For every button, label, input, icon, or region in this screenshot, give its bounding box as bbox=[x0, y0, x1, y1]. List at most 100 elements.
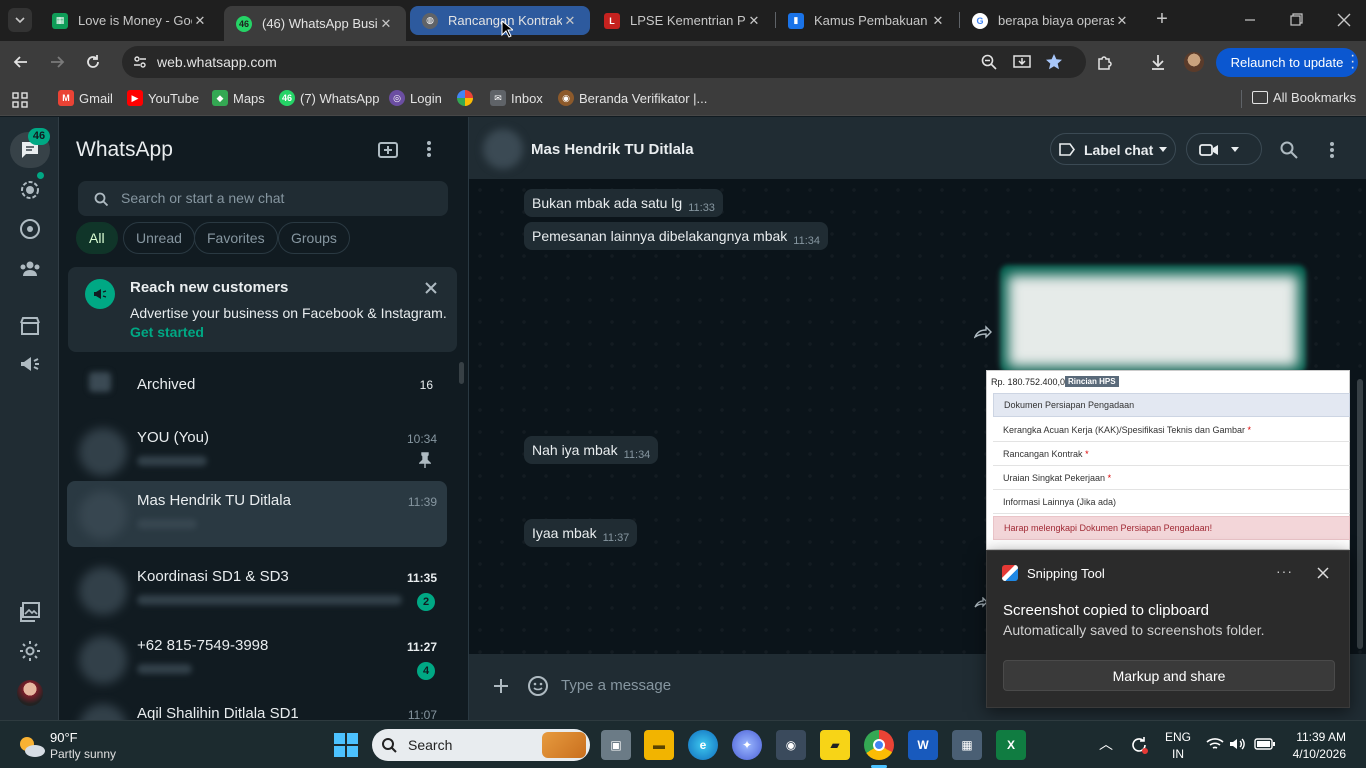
message-bubble[interactable]: Iyaa mbak 11:37 bbox=[524, 519, 638, 547]
all-bookmarks[interactable]: All Bookmarks bbox=[1252, 90, 1356, 105]
communities-icon[interactable] bbox=[18, 256, 42, 280]
new-chat-icon[interactable] bbox=[377, 140, 399, 160]
settings-gear-icon[interactable] bbox=[18, 639, 42, 663]
back-icon[interactable] bbox=[12, 53, 30, 71]
address-bar[interactable]: web.whatsapp.com bbox=[122, 46, 1086, 78]
more-options-icon[interactable]: ··· bbox=[1276, 563, 1293, 579]
zoom-icon[interactable] bbox=[981, 54, 997, 70]
filter-unread[interactable]: Unread bbox=[123, 222, 195, 254]
scrollbar[interactable] bbox=[459, 362, 464, 384]
bookmark-photos[interactable] bbox=[457, 90, 478, 106]
close-icon[interactable]: ✕ bbox=[930, 13, 946, 29]
scrollbar[interactable] bbox=[1357, 379, 1363, 649]
catalog-store-icon[interactable] bbox=[18, 314, 42, 338]
battery-icon[interactable] bbox=[1254, 737, 1276, 751]
message-bubble[interactable]: Pemesanan lainnya dibelakangnya mbak 11:3… bbox=[524, 222, 828, 250]
promo-cta-link[interactable]: Get started bbox=[130, 324, 204, 340]
chat-row-selected[interactable]: Mas Hendrik TU Ditlala 11:39 bbox=[67, 481, 447, 547]
close-icon[interactable]: ✕ bbox=[378, 16, 394, 32]
tab-lpse[interactable]: L LPSE Kementrian Per ✕ bbox=[592, 6, 774, 35]
bookmark-login[interactable]: ◎ Login bbox=[389, 90, 442, 106]
camera-icon[interactable]: ◉ bbox=[776, 730, 806, 760]
extensions-icon[interactable] bbox=[1096, 53, 1114, 71]
bookmark-star-icon[interactable] bbox=[1045, 53, 1063, 71]
relaunch-button[interactable]: Relaunch to update bbox=[1216, 48, 1358, 77]
message-input[interactable]: Type a message bbox=[561, 677, 671, 694]
forward-icon[interactable] bbox=[974, 325, 992, 339]
chat-row[interactable]: Aqil Shalihin Ditlala SD1 11:07 bbox=[67, 694, 447, 720]
apps-grid-icon[interactable] bbox=[12, 92, 28, 108]
image-message-bubble[interactable] bbox=[1000, 265, 1306, 373]
edge-icon[interactable]: e bbox=[688, 730, 718, 760]
call-button[interactable] bbox=[1186, 133, 1262, 165]
tab-rancangan[interactable]: ◍ Rancangan Kontrak P ✕ bbox=[410, 6, 590, 35]
contact-name[interactable]: Mas Hendrik TU Ditlala bbox=[531, 141, 694, 158]
sync-icon[interactable] bbox=[1129, 735, 1149, 755]
filter-favorites[interactable]: Favorites bbox=[194, 222, 278, 254]
tab-sheets[interactable]: ▦ Love is Money - Goog ✕ bbox=[40, 6, 220, 35]
profile-avatar[interactable] bbox=[17, 680, 43, 706]
bookmark-inbox[interactable]: ✉ Inbox bbox=[490, 90, 543, 106]
contact-avatar[interactable] bbox=[483, 129, 523, 169]
search-input[interactable]: Search or start a new chat bbox=[78, 181, 448, 216]
minimize-button[interactable] bbox=[1232, 8, 1268, 32]
word-icon[interactable]: W bbox=[908, 730, 938, 760]
close-icon[interactable]: ✕ bbox=[562, 13, 578, 29]
file-explorer-icon[interactable]: ▬ bbox=[644, 730, 674, 760]
status-icon[interactable] bbox=[18, 178, 42, 202]
chevron-up-icon[interactable]: ︿ bbox=[1099, 734, 1113, 754]
attach-plus-icon[interactable] bbox=[493, 678, 509, 694]
close-icon[interactable]: ✕ bbox=[746, 13, 762, 29]
taskbar-search[interactable]: Search bbox=[372, 729, 590, 761]
close-icon[interactable] bbox=[1317, 567, 1329, 579]
tab-google[interactable]: G berapa biaya operasi ✕ bbox=[960, 6, 1142, 35]
close-icon[interactable] bbox=[424, 281, 438, 295]
new-tab-button[interactable]: + bbox=[1150, 8, 1174, 32]
reload-icon[interactable] bbox=[84, 53, 102, 71]
message-bubble[interactable]: Nah iya mbak 11:34 bbox=[524, 436, 659, 464]
downloads-icon[interactable] bbox=[1149, 53, 1167, 71]
bookmark-gmail[interactable]: M Gmail bbox=[58, 90, 113, 106]
wifi-icon[interactable] bbox=[1206, 737, 1224, 751]
bookmark-whatsapp[interactable]: 46 (7) WhatsApp bbox=[279, 90, 379, 106]
hps-row[interactable]: Kerangka Acuan Kerja (KAK)/Spesifikasi T… bbox=[993, 418, 1350, 442]
calculator-icon[interactable]: ▦ bbox=[952, 730, 982, 760]
language-primary[interactable]: ENG bbox=[1165, 730, 1191, 744]
forward-icon[interactable] bbox=[48, 53, 66, 71]
media-gallery-icon[interactable] bbox=[18, 600, 42, 624]
search-icon[interactable] bbox=[1280, 141, 1298, 159]
clock-date[interactable]: 4/10/2026 bbox=[1290, 747, 1346, 761]
clock-time[interactable]: 11:39 AM bbox=[1296, 730, 1346, 744]
channels-icon[interactable] bbox=[18, 217, 42, 241]
hps-row[interactable]: Informasi Lainnya (Jika ada) bbox=[993, 490, 1350, 514]
language-secondary[interactable]: IN bbox=[1172, 747, 1184, 761]
tab-whatsapp[interactable]: 46 (46) WhatsApp Busine ✕ bbox=[224, 6, 406, 41]
close-icon[interactable]: ✕ bbox=[1114, 13, 1130, 29]
chat-row[interactable]: +62 815-7549-3998 11:27 4 bbox=[67, 626, 447, 692]
markup-and-share-button[interactable]: Markup and share bbox=[1003, 660, 1335, 691]
hps-row[interactable]: Uraian Singkat Pekerjaan * bbox=[993, 466, 1350, 490]
task-view-icon[interactable]: ▣ bbox=[601, 730, 631, 760]
weather-widget[interactable]: 90°F Partly sunny bbox=[10, 725, 150, 765]
restore-button[interactable] bbox=[1278, 8, 1314, 32]
bookmark-maps[interactable]: ◆ Maps bbox=[212, 90, 265, 106]
chat-row[interactable]: YOU (You) 10:34 bbox=[67, 418, 447, 484]
menu-dots-icon[interactable] bbox=[426, 139, 432, 159]
message-bubble[interactable]: Bukan mbak ada satu lg 11:33 bbox=[524, 189, 723, 217]
site-info-icon[interactable] bbox=[132, 54, 148, 70]
install-app-icon[interactable] bbox=[1013, 54, 1031, 70]
menu-dots-icon[interactable]: · · · bbox=[1350, 48, 1355, 76]
label-chat-button[interactable]: Label chat bbox=[1050, 133, 1176, 165]
sticky-notes-icon[interactable]: ▰ bbox=[820, 730, 850, 760]
chat-row[interactable]: Koordinasi SD1 & SD3 11:35 2 bbox=[67, 557, 447, 623]
close-window-button[interactable] bbox=[1326, 8, 1362, 32]
copilot-icon[interactable]: ✦ bbox=[732, 730, 762, 760]
sticker-emoji-icon[interactable] bbox=[527, 675, 549, 697]
excel-icon[interactable]: X bbox=[996, 730, 1026, 760]
archived-row[interactable]: Archived 16 bbox=[67, 367, 447, 401]
close-icon[interactable]: ✕ bbox=[192, 13, 208, 29]
volume-icon[interactable] bbox=[1229, 736, 1247, 752]
tab-kamus[interactable]: ▮ Kamus Pembakuan St ✕ bbox=[776, 6, 958, 35]
hps-row[interactable]: Rancangan Kontrak * bbox=[993, 442, 1350, 466]
tab-search-button[interactable] bbox=[8, 8, 32, 32]
